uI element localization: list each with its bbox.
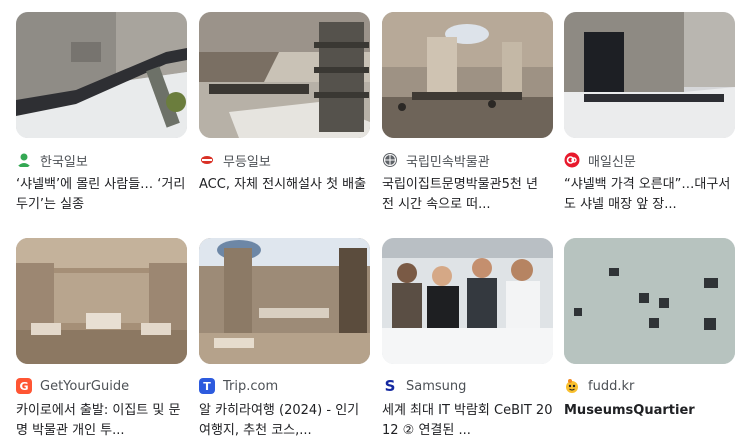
result-thumbnail[interactable] — [382, 12, 553, 138]
hankook-person-icon — [16, 152, 32, 168]
getyourguide-g-icon: G — [16, 378, 32, 394]
result-card[interactable]: 국립민속박물관 국립이집트문명박물관5천 년 전 시간 속으로 떠... — [382, 12, 553, 215]
aerial-square-image — [564, 238, 735, 364]
result-thumbnail[interactable] — [564, 238, 735, 364]
museum-queue-image — [16, 12, 187, 138]
result-title[interactable]: “샤넬백 가격 오른대”…대구서도 샤넬 매장 앞 장... — [564, 175, 735, 215]
result-title[interactable]: ACC, 자체 전시해설사 첫 배출 — [199, 175, 370, 215]
result-card[interactable]: S Samsung 세계 최대 IT 박람회 CeBIT 2012 ② 연결된 … — [382, 238, 553, 441]
museum-hall-image — [382, 12, 553, 138]
result-card[interactable]: 매일신문 “샤넬백 가격 오른대”…대구서도 샤넬 매장 앞 장... — [564, 12, 735, 215]
museum-gallery-image — [16, 238, 187, 364]
result-thumbnail[interactable] — [16, 12, 187, 138]
result-thumbnail[interactable] — [199, 238, 370, 364]
museum-atrium-image — [199, 238, 370, 364]
expo-visitors-image — [382, 238, 553, 364]
result-title[interactable]: 세계 최대 IT 박람회 CeBIT 2012 ② 연결된 ... — [382, 401, 553, 441]
result-source: fudd.kr — [588, 378, 635, 394]
result-title[interactable]: 국립이집트문명박물관5천 년 전 시간 속으로 떠... — [382, 175, 553, 215]
result-card[interactable]: G GetYourGuide 카이로에서 출발: 이집트 및 문명 박물관 개인… — [16, 238, 187, 441]
result-title[interactable]: MuseumsQuartier — [564, 401, 735, 441]
result-card[interactable]: 한국일보 ‘샤넬백’에 몰린 사람들… ‘거리 두기’는 실종 — [16, 12, 187, 215]
maeil-logo-icon — [564, 152, 580, 168]
result-thumbnail[interactable] — [564, 12, 735, 138]
result-thumbnail[interactable] — [199, 12, 370, 138]
mudeung-logo-icon — [199, 152, 215, 168]
result-source: 무등일보 — [223, 154, 271, 170]
result-source: 국립민속박물관 — [406, 154, 490, 170]
result-source: 매일신문 — [588, 154, 636, 170]
result-source: 한국일보 — [40, 154, 88, 170]
samsung-s-icon: S — [384, 378, 396, 394]
result-thumbnail[interactable] — [382, 238, 553, 364]
store-queue-image — [564, 12, 735, 138]
result-title[interactable]: ‘샤넬백’에 몰린 사람들… ‘거리 두기’는 실종 — [16, 175, 187, 215]
result-title[interactable]: 알 카히라여행 (2024) - 인기 여행지, 추천 코스,... — [199, 401, 370, 441]
result-thumbnail[interactable] — [16, 238, 187, 364]
result-card[interactable]: 무등일보 ACC, 자체 전시해설사 첫 배출 — [199, 12, 370, 215]
result-source: Trip.com — [223, 378, 279, 394]
globe-icon — [382, 152, 398, 168]
fudd-emoji-icon — [564, 378, 580, 394]
museum-pagoda-image — [199, 12, 370, 138]
result-source: GetYourGuide — [40, 378, 130, 394]
result-source: Samsung — [406, 378, 467, 394]
tripcom-t-icon: T — [199, 378, 215, 394]
result-card[interactable]: fudd.kr MuseumsQuartier — [564, 238, 735, 441]
result-title[interactable]: 카이로에서 출발: 이집트 및 문명 박물관 개인 투... — [16, 401, 187, 441]
result-card[interactable]: T Trip.com 알 카히라여행 (2024) - 인기 여행지, 추천 코… — [199, 238, 370, 441]
